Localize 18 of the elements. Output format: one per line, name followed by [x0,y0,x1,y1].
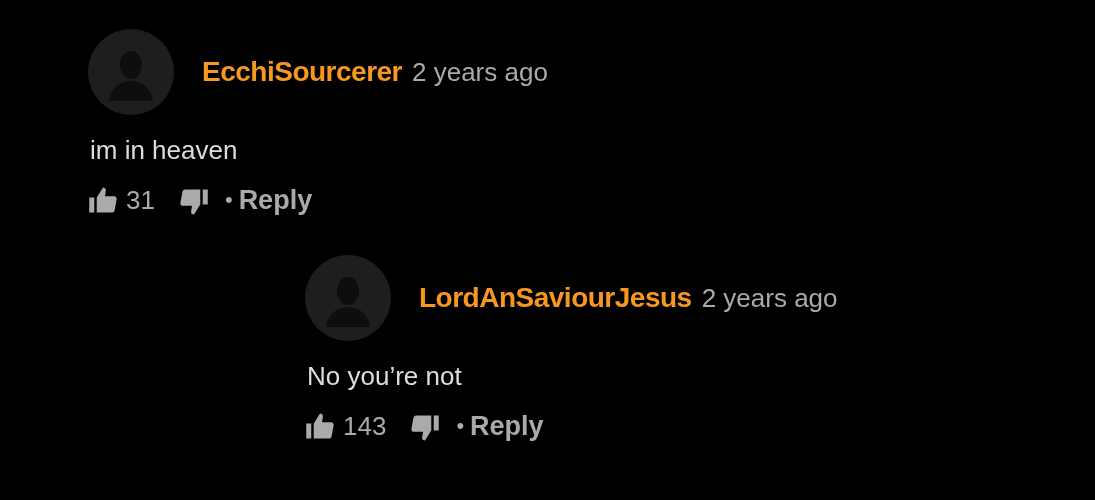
comment-text: No you’re not [307,361,463,392]
thumbs-down-icon[interactable] [410,413,441,443]
thumbs-down-icon[interactable] [178,187,209,217]
avatar-icon [88,29,174,115]
reply-link[interactable]: Reply [470,410,544,442]
like-count: 143 [343,410,387,442]
avatar-icon [305,255,391,341]
reply-link[interactable]: Reply [238,184,313,216]
timestamp: 2 years ago [412,56,548,88]
thumbs-up-icon[interactable] [88,185,118,215]
thumbs-up-icon[interactable] [305,411,335,441]
username[interactable]: LordAnSaviourJesus [419,282,692,314]
username[interactable]: EcchiSourcerer [202,56,402,88]
separator-dot: • [456,413,465,439]
separator-dot: • [224,187,233,213]
comment-text: im in heaven [90,135,239,166]
timestamp: 2 years ago [701,282,838,314]
like-count: 31 [126,184,155,216]
